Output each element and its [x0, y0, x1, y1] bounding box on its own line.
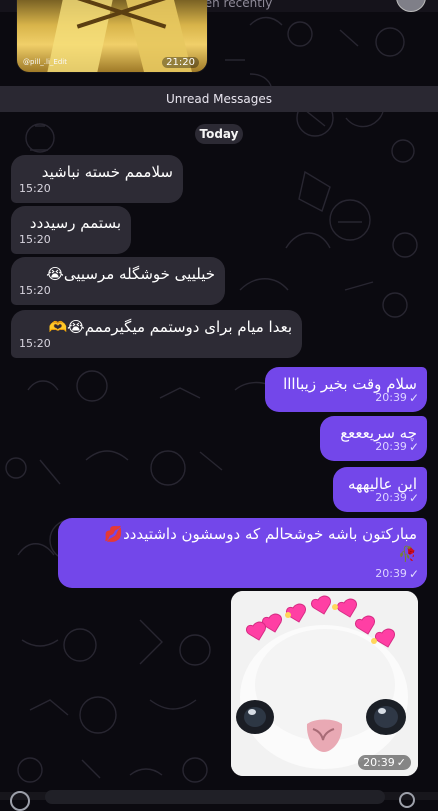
- check-icon: ✓: [396, 756, 406, 769]
- message-time: 20:39: [375, 440, 407, 453]
- media-time: 21:20: [162, 57, 199, 68]
- message-meta: 15:20: [19, 334, 51, 354]
- message-meta: 15:20: [19, 281, 51, 301]
- message-time: 15:20: [19, 337, 51, 350]
- unread-messages-label: Unread Messages: [165, 92, 273, 106]
- message-time: 15:20: [19, 284, 51, 297]
- message-text-second-line: 🥀: [398, 545, 417, 563]
- incoming-message-3[interactable]: خیلییی خوشگله مرسییی😭 15:20: [11, 257, 225, 305]
- attach-icon[interactable]: [10, 791, 30, 811]
- avatar[interactable]: [396, 0, 426, 12]
- photo-message[interactable]: 20:39 ✓: [231, 591, 418, 776]
- check-icon: ✓: [408, 490, 419, 505]
- message-text: مبارکتون باشه خوشحالم که دوسشون داشتیددد…: [104, 525, 417, 543]
- message-input-bar: [0, 790, 438, 811]
- incoming-message-2[interactable]: بستمم رسیددد 15:20: [11, 206, 131, 254]
- message-meta: 20:39 ✓: [375, 564, 419, 584]
- message-time: 20:39: [375, 567, 407, 580]
- message-time: 20:39: [375, 391, 407, 404]
- outgoing-message-2[interactable]: چه سریعععع 20:39 ✓: [320, 416, 427, 461]
- message-meta: 15:20: [19, 179, 51, 199]
- top-media-message[interactable]: @pill_.li_Edit 21:20: [17, 0, 207, 72]
- check-icon: ✓: [408, 439, 419, 454]
- photo-time: 20:39: [363, 756, 395, 769]
- incoming-message-4[interactable]: بعدا میام برای دوستمم میگیرممم😭🫶 15:20: [11, 310, 302, 358]
- outgoing-message-4[interactable]: مبارکتون باشه خوشحالم که دوسشون داشتیددد…: [58, 518, 427, 588]
- message-time: 15:20: [19, 233, 51, 246]
- incoming-message-1[interactable]: سلاممم خسته نباشید 15:20: [11, 155, 183, 203]
- cat-photo: [231, 591, 418, 776]
- date-label: Today: [199, 127, 239, 141]
- message-meta: 20:39 ✓: [375, 388, 419, 408]
- media-watermark: @pill_.li_Edit: [23, 58, 67, 66]
- message-text: بعدا میام برای دوستمم میگیرممم😭🫶: [48, 318, 292, 336]
- message-meta: 20:39 ✓: [375, 488, 419, 508]
- unread-messages-divider: Unread Messages: [0, 86, 438, 112]
- check-icon: ✓: [408, 566, 419, 581]
- message-time: 20:39: [375, 491, 407, 504]
- message-input[interactable]: [45, 790, 385, 804]
- mic-icon[interactable]: [399, 792, 415, 808]
- outgoing-message-3[interactable]: این عالیههه 20:39 ✓: [333, 467, 427, 512]
- message-meta: 15:20: [19, 230, 51, 250]
- message-meta: 20:39 ✓: [375, 437, 419, 457]
- outgoing-message-1[interactable]: سلام وقت بخیر زیباااا 20:39 ✓: [265, 367, 427, 412]
- check-icon: ✓: [408, 390, 419, 405]
- message-time: 15:20: [19, 182, 51, 195]
- photo-time-badge: 20:39 ✓: [358, 755, 411, 770]
- date-divider: Today: [195, 124, 243, 144]
